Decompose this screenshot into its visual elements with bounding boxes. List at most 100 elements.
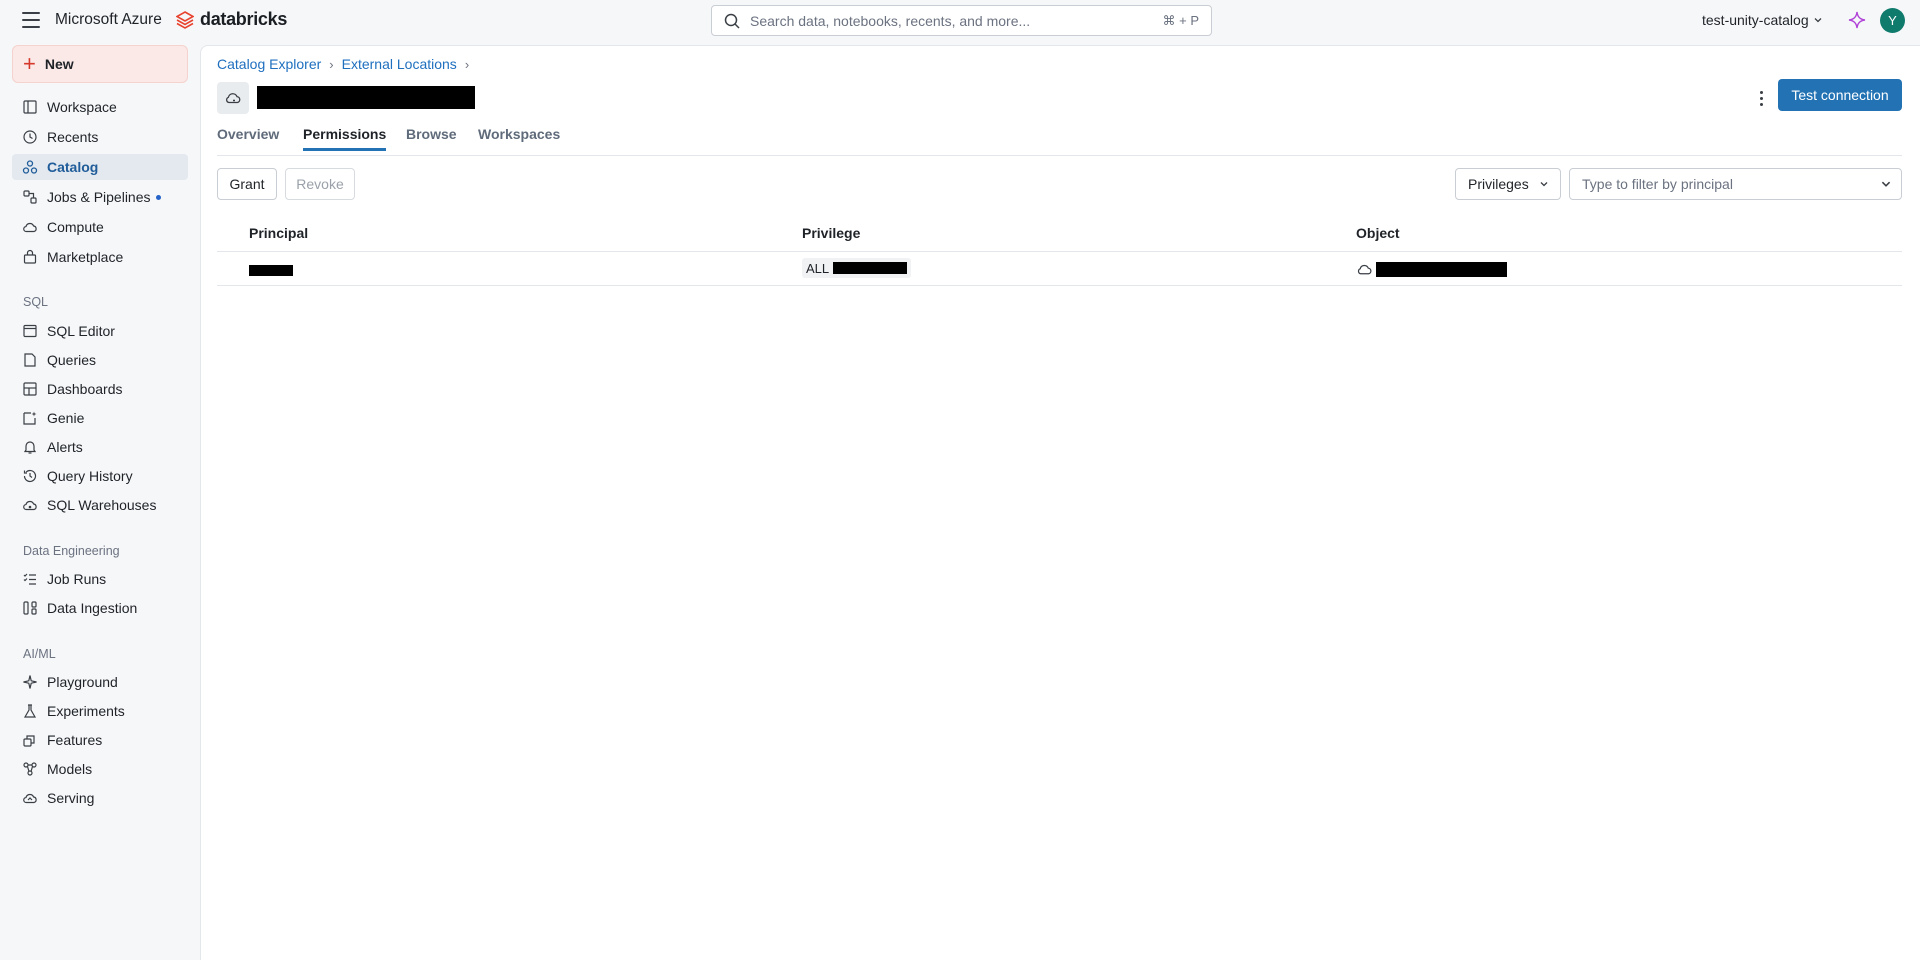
column-header-object[interactable]: Object (1356, 225, 1400, 241)
warehouse-icon (22, 497, 38, 513)
privileges-filter-label: Privileges (1468, 176, 1529, 192)
sidebar-item-alerts[interactable]: Alerts (12, 434, 188, 460)
models-icon (22, 761, 38, 777)
grant-button[interactable]: Grant (217, 168, 277, 200)
sidebar-item-queries[interactable]: Queries (12, 347, 188, 373)
revoke-button[interactable]: Revoke (285, 168, 355, 200)
search-shortcut: ⌘ + P (1162, 12, 1200, 28)
chevron-right-icon: › (464, 56, 470, 72)
sidebar-item-label: Jobs & Pipelines (47, 189, 151, 205)
sidebar-item-label: Playground (47, 674, 118, 690)
playground-icon (22, 674, 38, 690)
sidebar-item-label: Marketplace (47, 249, 124, 265)
main-panel: Catalog Explorer › External Locations › … (200, 45, 1920, 960)
sidebar-item-query-history[interactable]: Query History (12, 463, 188, 489)
genie-icon (22, 410, 38, 426)
sidebar-item-label: Queries (47, 352, 97, 368)
sidebar-item-label: Job Runs (47, 571, 107, 587)
sidebar-item-playground[interactable]: Playground (12, 669, 188, 695)
privilege-prefix: ALL (806, 260, 830, 276)
features-icon (22, 732, 38, 748)
sidebar-item-serving[interactable]: Serving (12, 785, 188, 811)
more-options-icon[interactable] (1747, 84, 1775, 112)
workspace-name: test-unity-catalog (1702, 12, 1809, 28)
tab-browse[interactable]: Browse (406, 126, 457, 148)
workspace-icon (22, 99, 38, 115)
user-avatar[interactable]: Y (1880, 8, 1905, 33)
sidebar-item-job-runs[interactable]: Job Runs (12, 566, 188, 592)
sidebar-item-jobs-pipelines[interactable]: Jobs & Pipelines (12, 184, 188, 210)
location-name-redacted (257, 86, 475, 109)
new-button-label: New (44, 56, 74, 72)
sidebar-item-sql-warehouses[interactable]: SQL Warehouses (12, 492, 188, 518)
principal-filter-input[interactable]: Type to filter by principal (1569, 168, 1902, 200)
sidebar-item-label: Query History (47, 468, 133, 484)
jobs-icon (22, 189, 38, 205)
sidebar-item-label: Dashboards (47, 381, 123, 397)
test-connection-button[interactable]: Test connection (1778, 79, 1902, 111)
search-placeholder: Search data, notebooks, recents, and mor… (750, 12, 1031, 29)
tab-workspaces[interactable]: Workspaces (478, 126, 560, 148)
external-location-icon (217, 82, 249, 114)
cloud-icon (22, 219, 38, 235)
chevron-right-icon: › (329, 56, 334, 72)
breadcrumb-external-locations[interactable]: External Locations (342, 56, 457, 72)
column-header-privilege[interactable]: Privilege (802, 225, 860, 241)
queries-icon (22, 352, 38, 368)
serving-icon (22, 790, 38, 806)
search-icon (724, 13, 740, 29)
sidebar-item-experiments[interactable]: Experiments (12, 698, 188, 724)
clock-icon (22, 129, 38, 145)
sidebar: + New Workspace Recents Catalog Jobs & P… (0, 42, 200, 960)
external-location-icon (1357, 264, 1372, 275)
global-search-input[interactable]: Search data, notebooks, recents, and mor… (711, 5, 1212, 36)
databricks-logo[interactable]: databricks (176, 9, 287, 30)
sidebar-item-features[interactable]: Features (12, 727, 188, 753)
menu-icon[interactable] (22, 12, 40, 28)
tab-bar: Overview Permissions Browse Workspaces (217, 116, 1902, 156)
new-button[interactable]: + New (12, 45, 188, 83)
sidebar-item-label: Catalog (47, 159, 99, 175)
sidebar-item-workspace[interactable]: Workspace (12, 94, 188, 120)
privilege-redacted (833, 262, 908, 274)
sidebar-item-genie[interactable]: Genie (12, 405, 188, 431)
sidebar-item-marketplace[interactable]: Marketplace (12, 244, 188, 270)
sidebar-item-models[interactable]: Models (12, 756, 188, 782)
workspace-selector[interactable]: test-unity-catalog (1702, 12, 1823, 28)
sidebar-item-dashboards[interactable]: Dashboards (12, 376, 188, 402)
tab-permissions[interactable]: Permissions (303, 126, 387, 151)
sidebar-item-label: Workspace (47, 99, 117, 115)
top-bar: Microsoft Azure databricks Search data, … (0, 0, 1920, 42)
principal-redacted (249, 265, 293, 276)
databricks-wordmark: databricks (200, 9, 288, 29)
sql-editor-icon (22, 323, 38, 339)
tab-overview[interactable]: Overview (217, 126, 279, 148)
sidebar-item-sql-editor[interactable]: SQL Editor (12, 318, 188, 344)
section-label-sql: SQL (23, 295, 49, 309)
column-header-principal[interactable]: Principal (249, 225, 308, 241)
sidebar-item-recents[interactable]: Recents (12, 124, 188, 150)
sidebar-item-data-ingestion[interactable]: Data Ingestion (12, 595, 188, 621)
sidebar-item-compute[interactable]: Compute (12, 214, 188, 240)
principal-filter-placeholder: Type to filter by principal (1582, 176, 1733, 192)
sidebar-item-catalog[interactable]: Catalog (12, 154, 188, 180)
experiments-icon (22, 703, 38, 719)
sidebar-item-label: Experiments (47, 703, 125, 719)
assistant-sparkle-icon[interactable] (1848, 11, 1866, 32)
notification-dot (155, 194, 161, 200)
sidebar-item-label: Serving (47, 790, 95, 806)
plus-icon: + (23, 51, 36, 76)
section-label-data-engineering: Data Engineering (23, 544, 120, 558)
breadcrumb: Catalog Explorer › External Locations › (217, 56, 469, 72)
object-redacted[interactable] (1376, 262, 1507, 277)
history-icon (22, 468, 38, 484)
sidebar-item-label: Compute (47, 219, 104, 235)
permissions-table: Principal Privilege Object ALL (217, 214, 1902, 286)
privileges-filter-dropdown[interactable]: Privileges (1455, 168, 1561, 200)
chevron-down-icon (1814, 18, 1822, 23)
table-row[interactable]: ALL (217, 252, 1902, 286)
breadcrumb-catalog-explorer[interactable]: Catalog Explorer (217, 56, 321, 72)
sidebar-item-label: SQL Editor (47, 323, 115, 339)
sidebar-item-label: Models (47, 761, 93, 777)
marketplace-icon (22, 249, 38, 265)
